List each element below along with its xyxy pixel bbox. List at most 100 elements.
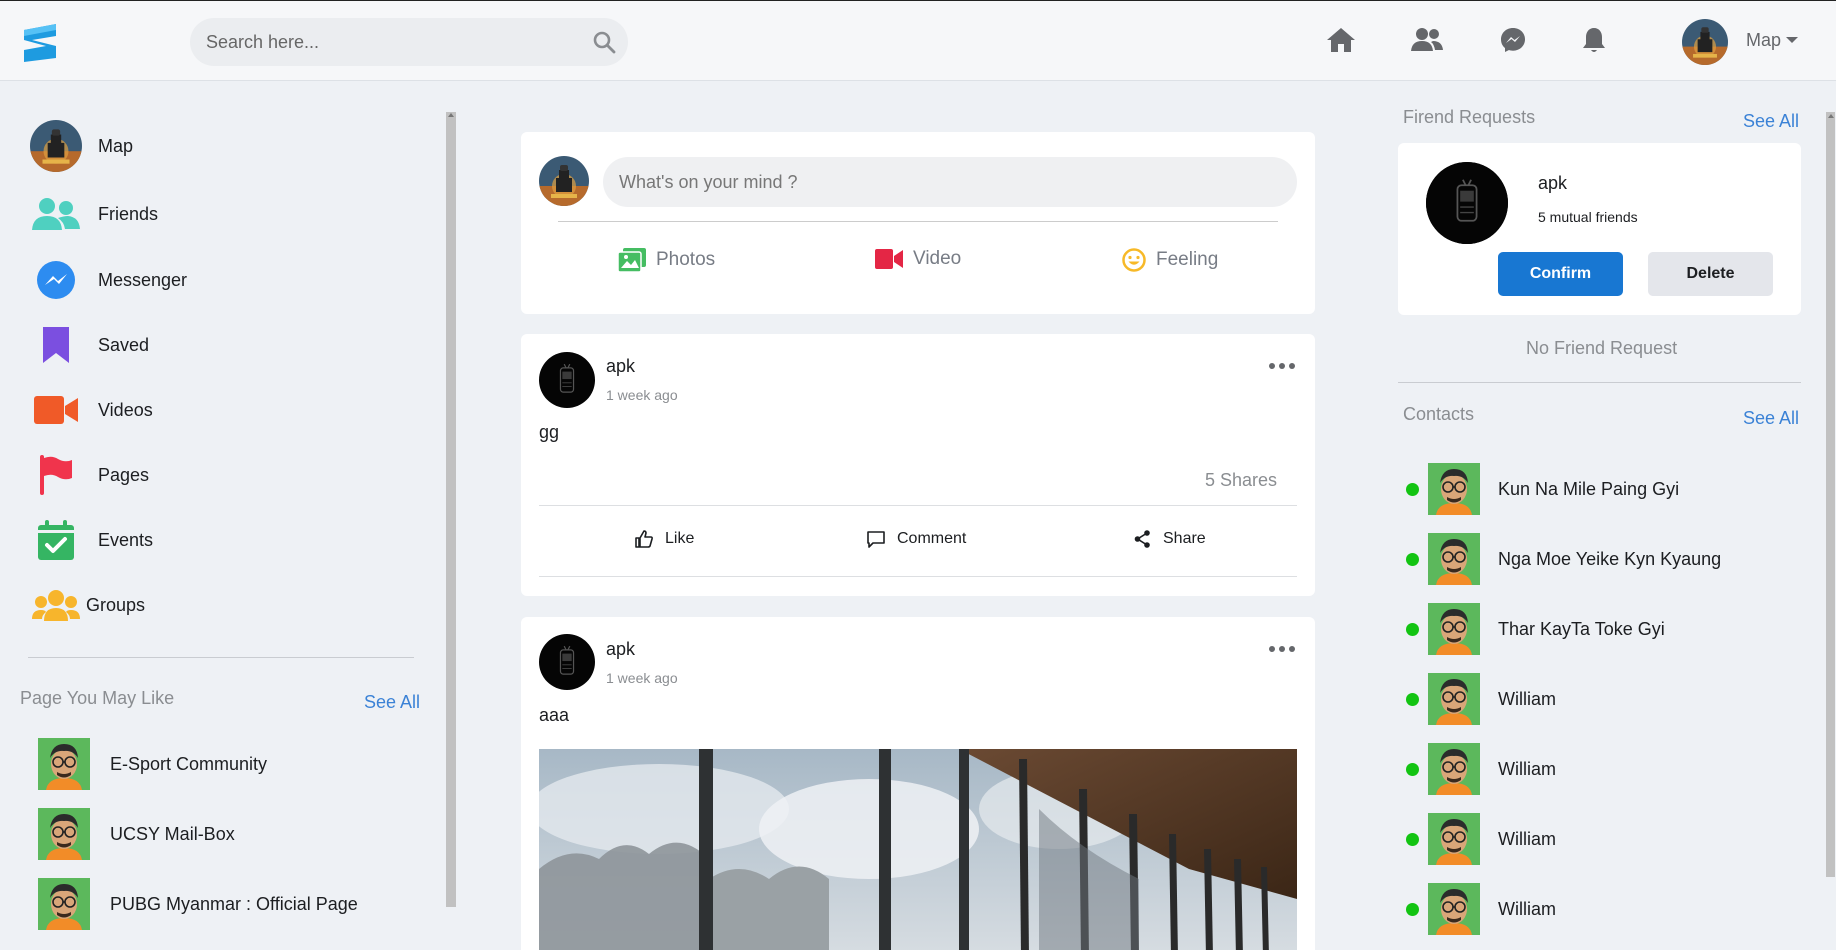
post-text: gg [539, 422, 560, 442]
contact-item[interactable]: Kun Na Mile Paing Gyi [1406, 463, 1679, 515]
divider [539, 576, 1297, 577]
more-options-icon[interactable] [1269, 646, 1295, 654]
right-scrollbar[interactable] [1826, 112, 1835, 877]
contact-item[interactable]: William [1406, 813, 1556, 865]
sidebar-item-pages[interactable]: Pages [28, 447, 149, 503]
page-suggestion[interactable]: E-Sport Community [38, 738, 267, 790]
contact-item[interactable]: Thar KayTa Toke Gyi [1406, 603, 1665, 655]
feeling-button[interactable]: Feeling [1122, 248, 1218, 272]
post-author-avatar[interactable] [539, 634, 595, 690]
app-logo-icon[interactable] [20, 22, 62, 64]
home-icon[interactable] [1324, 25, 1358, 55]
comment-button[interactable]: Comment [867, 530, 966, 548]
sidebar-item-groups[interactable]: Groups [32, 577, 145, 633]
page-avatar [38, 808, 90, 860]
like-label: Like [665, 530, 695, 547]
video-button[interactable]: Video [875, 248, 961, 270]
post-author-avatar[interactable] [539, 352, 595, 408]
messenger-icon [28, 252, 84, 308]
video-icon [875, 249, 903, 269]
search-icon[interactable] [592, 30, 616, 54]
sidebar-item-label: Saved [98, 334, 150, 355]
divider [1398, 382, 1801, 383]
left-scrollbar[interactable] [446, 112, 456, 907]
no-request-text: No Friend Request [1526, 338, 1678, 358]
page-avatar [38, 738, 90, 790]
request-name[interactable]: apk [1538, 173, 1567, 194]
flag-icon [28, 447, 84, 503]
post-author-name[interactable]: apk [606, 356, 635, 377]
page-suggestion[interactable]: UCSY Mail-Box [38, 808, 235, 860]
contacts-see-all-link[interactable]: See All [1743, 408, 1799, 429]
page-name: E-Sport Community [110, 753, 268, 774]
page-name: PUBG Myanmar : Official Page [110, 893, 358, 914]
friend-requests-title: Firend Requests [1403, 107, 1536, 127]
messenger-icon[interactable] [1496, 25, 1530, 55]
online-status-dot [1406, 622, 1419, 636]
sidebar-item-videos[interactable]: Videos [28, 382, 153, 438]
video-icon [28, 382, 84, 438]
contact-name: William [1498, 898, 1556, 919]
sidebar-item-label: Pages [98, 464, 150, 485]
contact-item[interactable]: William [1406, 743, 1556, 795]
sidebar-item-map[interactable]: Map [28, 118, 133, 174]
like-button[interactable]: Like [635, 530, 694, 548]
contact-item[interactable]: William [1406, 673, 1556, 725]
sidebar-item-messenger[interactable]: Messenger [28, 252, 187, 308]
post-shares-count[interactable]: 5 Shares [1205, 470, 1277, 491]
page-name: UCSY Mail-Box [110, 823, 235, 844]
contact-name: Kun Na Mile Paing Gyi [1498, 478, 1680, 499]
online-status-dot [1406, 832, 1419, 846]
contact-avatar [1428, 603, 1480, 655]
profile-avatar[interactable] [1682, 19, 1728, 65]
contacts-title: Contacts [1403, 404, 1475, 424]
contact-name: William [1498, 758, 1556, 779]
requests-see-all-link[interactable]: See All [1743, 111, 1799, 132]
divider [539, 505, 1297, 506]
post-author-name[interactable]: apk [606, 639, 635, 660]
photos-label: Photos [656, 249, 716, 270]
share-button[interactable]: Share [1134, 530, 1206, 548]
delete-button[interactable]: Delete [1648, 252, 1773, 296]
request-avatar[interactable] [1426, 162, 1508, 244]
online-status-dot [1406, 482, 1419, 496]
thumbs-up-icon [635, 530, 653, 548]
scroll-up-arrow-icon[interactable] [1828, 114, 1834, 118]
pages-see-all-link[interactable]: See All [364, 692, 420, 713]
post-composer: Photos Video Feeling [521, 132, 1315, 314]
scroll-up-arrow-icon[interactable] [448, 113, 454, 117]
post-card: apk 1 week ago gg 5 Shares Like Comment … [521, 334, 1315, 596]
comment-label: Comment [897, 530, 967, 547]
post-timestamp: 1 week ago [606, 387, 678, 403]
sidebar-item-saved[interactable]: Saved [28, 317, 149, 373]
more-options-icon[interactable] [1269, 363, 1295, 371]
sidebar-item-label: Groups [86, 594, 146, 615]
profile-name[interactable]: Map [1746, 30, 1781, 51]
profile-avatar [28, 118, 84, 174]
search-bar [190, 18, 628, 66]
sidebar-item-friends[interactable]: Friends [28, 186, 158, 242]
composer-avatar [539, 156, 589, 206]
contact-item[interactable]: Nga Moe Yeike Kyn Kyaung [1406, 533, 1721, 585]
divider [28, 657, 414, 658]
friend-request-card: apk 5 mutual friends Confirm Delete [1398, 143, 1801, 315]
sidebar-item-label: Events [98, 529, 154, 550]
confirm-button[interactable]: Confirm [1498, 252, 1623, 296]
contact-item[interactable]: William [1406, 883, 1556, 935]
friends-icon[interactable] [1410, 25, 1444, 55]
chevron-down-icon[interactable] [1786, 37, 1798, 43]
notifications-icon[interactable] [1577, 25, 1611, 55]
pages-section-title: Page You May Like [20, 688, 175, 708]
photos-button[interactable]: Photos [618, 248, 715, 272]
sidebar-item-events[interactable]: Events [28, 512, 153, 568]
friends-icon [28, 186, 84, 242]
contact-name: William [1498, 828, 1556, 849]
post-image[interactable] [539, 749, 1297, 950]
sidebar-item-label: Messenger [98, 269, 188, 290]
page-suggestion[interactable]: PUBG Myanmar : Official Page [38, 878, 358, 930]
top-navbar: Map [0, 0, 1836, 81]
contact-avatar [1428, 673, 1480, 725]
divider [558, 221, 1278, 222]
composer-input[interactable] [603, 157, 1297, 207]
search-input[interactable] [206, 18, 576, 66]
